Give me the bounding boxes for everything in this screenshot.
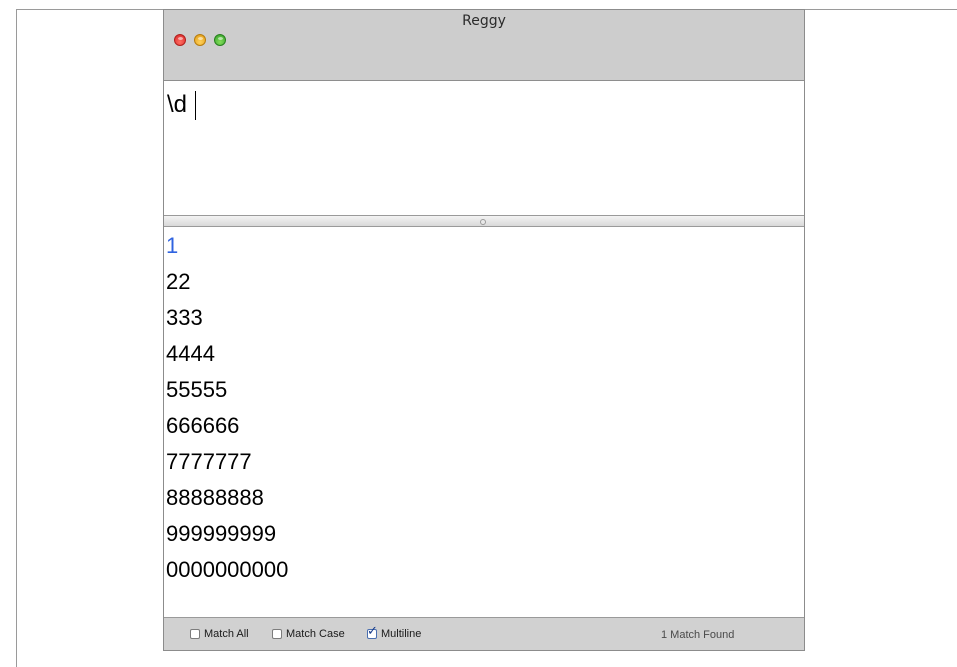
match-case-label[interactable]: Match Case: [286, 628, 345, 640]
text-cursor: [195, 91, 196, 120]
pane-splitter[interactable]: [164, 215, 804, 227]
page-frame-left: [16, 9, 17, 667]
test-text-line: 999999999: [166, 521, 277, 546]
match-count-status: 1 Match Found: [661, 629, 735, 641]
title-bar[interactable]: Reggy: [164, 10, 804, 81]
test-text-line: 333: [166, 305, 203, 330]
test-text-line: 88888888: [166, 485, 264, 510]
test-text-line: 55555: [166, 377, 228, 402]
test-text-line: 666666: [166, 413, 240, 438]
reggy-window: Reggy \d 1 22 333 4444 55555 666666 7777…: [163, 9, 805, 651]
test-text-area[interactable]: 1 22 333 4444 55555 666666 7777777 88888…: [164, 227, 804, 617]
zoom-window-button[interactable]: [214, 34, 226, 46]
minimize-window-button[interactable]: [194, 34, 206, 46]
match-all-checkbox[interactable]: [190, 629, 200, 639]
checkmark-icon: ✓: [367, 624, 378, 639]
match-all-label[interactable]: Match All: [204, 628, 249, 640]
test-text-line: 7777777: [166, 449, 252, 474]
window-title: Reggy: [462, 13, 506, 29]
multiline-label[interactable]: Multiline: [381, 628, 421, 640]
close-window-button[interactable]: [174, 34, 186, 46]
test-text-line: 4444: [166, 341, 215, 366]
status-bar: Match All Match Case ✓ Multiline 1 Match…: [164, 617, 804, 650]
test-text-line: 0000000000: [166, 557, 289, 582]
test-text-line: 1: [166, 233, 179, 258]
regex-pattern-text: \d: [167, 91, 188, 118]
splitter-grip-icon[interactable]: [480, 219, 486, 225]
match-case-checkbox[interactable]: [272, 629, 282, 639]
regex-pattern-input[interactable]: \d: [164, 81, 804, 215]
test-text-line: 22: [166, 269, 191, 294]
